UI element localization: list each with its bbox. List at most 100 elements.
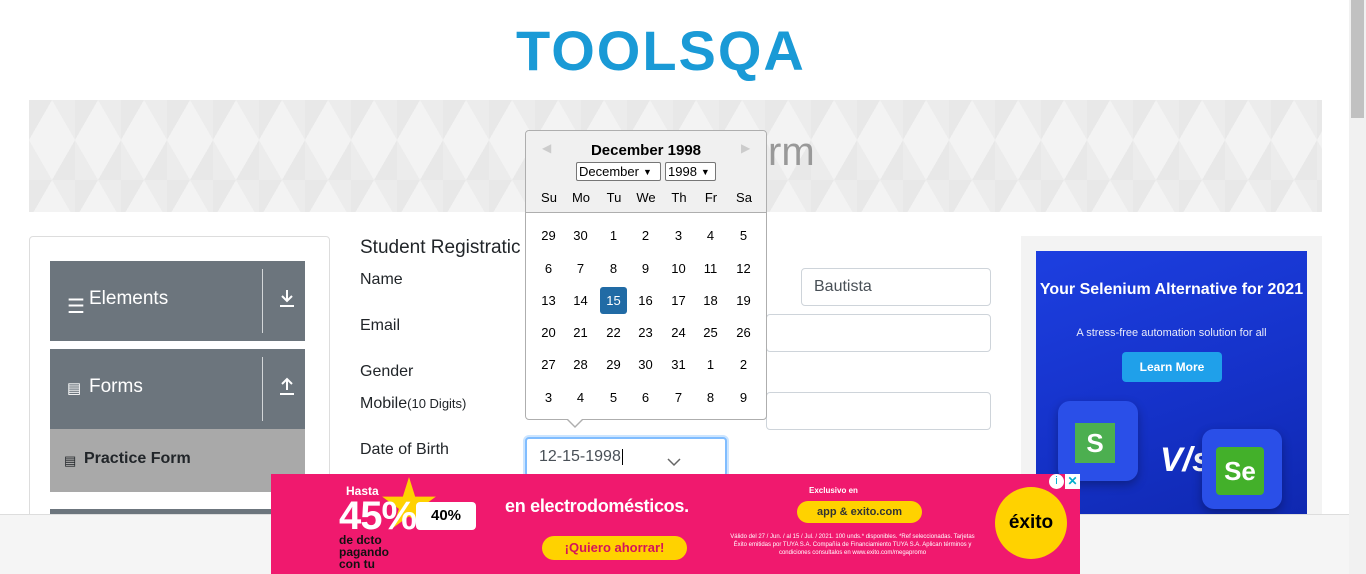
calendar-day[interactable]: 23: [632, 319, 659, 346]
ad-exclusive: Exclusivo en: [809, 486, 858, 495]
calendar-day[interactable]: 5: [730, 222, 757, 249]
ad-headline: en electrodomésticos.: [505, 496, 689, 516]
selenium-logo: Se: [1202, 429, 1282, 509]
calendar-day[interactable]: 30: [632, 351, 659, 378]
calendar-day[interactable]: 3: [535, 384, 562, 411]
calendar-day[interactable]: 10: [665, 255, 692, 282]
sidebar-group-forms[interactable]: ▤ Forms: [50, 349, 305, 429]
form-heading: Student Registratic: [360, 237, 521, 258]
text-caret: [621, 449, 623, 465]
calendar-day[interactable]: 9: [632, 255, 659, 282]
calendar-day[interactable]: 1: [600, 222, 627, 249]
calendar-day[interactable]: 4: [567, 384, 594, 411]
mobile-label: Mobile(10 Digits): [360, 395, 466, 413]
calendar-day[interactable]: 12: [730, 255, 757, 282]
year-select-value: 1998: [668, 164, 697, 179]
form-icon: ▤: [64, 453, 77, 468]
quiero-ahorrar-button[interactable]: ¡Quiero ahorrar!: [542, 536, 687, 560]
dob-value: 12-15-1998: [539, 448, 621, 465]
calendar-day[interactable]: 2: [632, 222, 659, 249]
exito-ad-banner[interactable]: Hasta 45% 40% de dcto pagando con tu en …: [271, 474, 1080, 574]
calendar-day[interactable]: 21: [567, 319, 594, 346]
ad-close-icon[interactable]: ✕: [1065, 474, 1080, 489]
divider: [262, 269, 263, 333]
sidebar-group-label: Forms: [89, 376, 143, 397]
weekday-header: Th: [671, 190, 687, 205]
calendar-day[interactable]: 6: [632, 384, 659, 411]
datepicker-header: ◀ ▶ December 1998 December ▼ 1998 ▼ Su Mo Tu…: [526, 131, 766, 213]
mobile-input[interactable]: [766, 392, 991, 430]
mobile-label-text: Mobile: [360, 395, 408, 412]
ad-fine-print: Válido del 27 / Jun. / al 15 / Jul. / 20…: [730, 534, 975, 556]
calendar-day[interactable]: 7: [567, 255, 594, 282]
calendar-day[interactable]: 6: [535, 255, 562, 282]
calendar-day[interactable]: 27: [535, 351, 562, 378]
calendar-day[interactable]: 5: [600, 384, 627, 411]
toolsqa-logo[interactable]: TOOLSQA: [516, 16, 842, 92]
ad-discount-note: de dcto pagando con tu: [339, 533, 389, 571]
weekday-header: Fr: [704, 190, 718, 205]
sidebar-group-label: Elements: [89, 288, 169, 309]
chevron-down-icon: ▼: [642, 166, 652, 177]
calendar-day[interactable]: 16: [632, 287, 659, 314]
ad-headline: Your Selenium Alternative for 2021: [1039, 281, 1304, 298]
name-label: Name: [360, 271, 403, 288]
learn-more-button[interactable]: Learn More: [1122, 352, 1222, 382]
sidebar-group-elements[interactable]: ☰ Elements: [50, 261, 305, 341]
calendar-day[interactable]: 20: [535, 319, 562, 346]
calendar-day[interactable]: 11: [697, 255, 724, 282]
last-name-input[interactable]: Bautista: [801, 268, 991, 306]
download-icon[interactable]: [278, 288, 296, 313]
calendar-day[interactable]: 29: [600, 351, 627, 378]
datepicker-pointer-inner: [567, 418, 583, 426]
month-select[interactable]: December ▼: [576, 162, 661, 181]
calendar-day[interactable]: 28: [567, 351, 594, 378]
dob-label: Date of Birth: [360, 441, 449, 458]
page-title: rm: [768, 130, 815, 174]
exito-logo: éxito: [995, 487, 1067, 559]
document-icon: ▤: [67, 380, 82, 397]
calendar-day[interactable]: 13: [535, 287, 562, 314]
weekday-header: Sa: [736, 190, 752, 205]
year-select[interactable]: 1998 ▼: [665, 162, 716, 181]
calendar-day[interactable]: 25: [697, 319, 724, 346]
date-of-birth-input[interactable]: 12-15-1998: [525, 437, 727, 477]
gender-label: Gender: [360, 363, 414, 380]
upload-icon[interactable]: [278, 376, 296, 401]
calendar-day[interactable]: 9: [730, 384, 757, 411]
month-select-value: December: [579, 164, 639, 179]
calendar-day[interactable]: 8: [697, 384, 724, 411]
weekday-header: We: [636, 190, 656, 205]
calendar-day[interactable]: 15: [600, 287, 627, 314]
calendar-day[interactable]: 19: [730, 287, 757, 314]
weekday-header: Mo: [571, 190, 591, 205]
chevron-down-icon: [667, 454, 681, 472]
calendar-day[interactable]: 4: [697, 222, 724, 249]
mobile-hint: (10 Digits): [407, 396, 467, 411]
page-scrollbar[interactable]: [1349, 0, 1366, 574]
page: TOOLSQA rm ☰ Elements ▤ Forms ▤ Practice…: [0, 0, 1366, 574]
calendar-day[interactable]: 24: [665, 319, 692, 346]
calendar-day[interactable]: 1: [697, 351, 724, 378]
sidebar-item-label: Practice Form: [84, 450, 191, 467]
datepicker-title: December 1998: [590, 142, 702, 159]
hamburger-icon: ☰: [67, 296, 85, 318]
sidebar-item-practice-form[interactable]: ▤ Practice Form: [50, 429, 305, 493]
calendar-day[interactable]: 22: [600, 319, 627, 346]
calendar-day[interactable]: 26: [730, 319, 757, 346]
calendar-day[interactable]: 2: [730, 351, 757, 378]
scrollbar-thumb[interactable]: [1351, 0, 1364, 118]
calendar-day[interactable]: 29: [535, 222, 562, 249]
calendar-day[interactable]: 18: [697, 287, 724, 314]
calendar-day[interactable]: 31: [665, 351, 692, 378]
email-input[interactable]: [766, 314, 991, 352]
ad-info-icon[interactable]: i: [1049, 474, 1064, 489]
calendar-day[interactable]: 17: [665, 287, 692, 314]
calendar-day[interactable]: 30: [567, 222, 594, 249]
calendar-day[interactable]: 14: [567, 287, 594, 314]
ad-extra-percent: 40%: [416, 502, 476, 530]
calendar-day[interactable]: 3: [665, 222, 692, 249]
katalon-logo-mark: S: [1075, 423, 1115, 463]
calendar-day[interactable]: 8: [600, 255, 627, 282]
calendar-day[interactable]: 7: [665, 384, 692, 411]
